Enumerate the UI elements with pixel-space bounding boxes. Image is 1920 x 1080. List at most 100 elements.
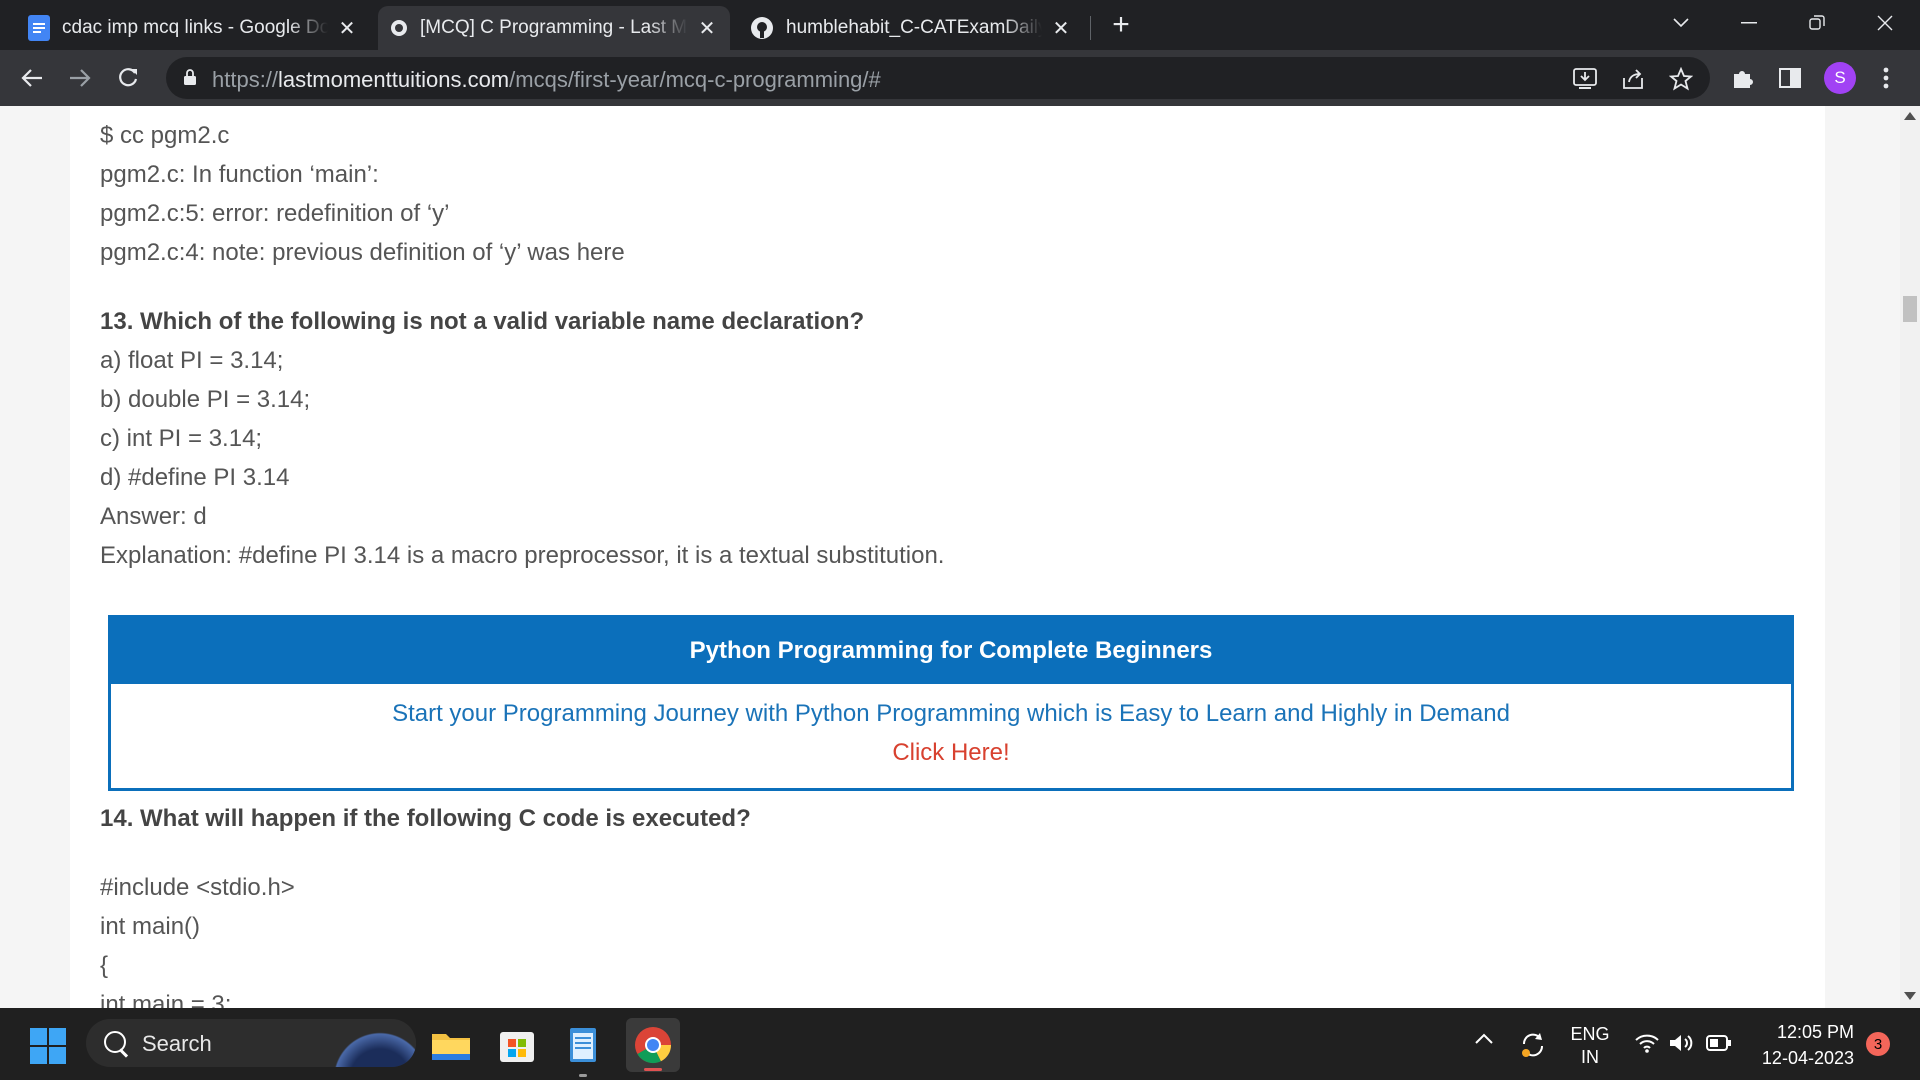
puzzle-icon (1734, 71, 1753, 88)
star-icon (1669, 67, 1693, 91)
tab-title: cdac imp mcq links - Google Doc (62, 17, 328, 38)
browser-menu-button[interactable] (1870, 62, 1902, 94)
code-output-line: pgm2.c: In function ‘main’: (100, 161, 379, 188)
folder-icon (432, 1034, 470, 1060)
url-scheme: https:// (212, 67, 279, 92)
search-label: Search (142, 1031, 212, 1056)
tab-google-docs[interactable]: cdac imp mcq links - Google Doc ✕ (16, 6, 370, 50)
language-indicator[interactable]: ENG IN (1560, 1024, 1620, 1068)
scroll-down-arrow-icon[interactable] (1904, 992, 1916, 1000)
page-scrollbar[interactable] (1900, 106, 1920, 1008)
arrow-right-icon (70, 69, 91, 87)
explanation-text: Explanation: #define PI 3.14 is a macro … (100, 542, 945, 569)
side-panel-button[interactable] (1774, 62, 1806, 94)
github-icon (751, 17, 773, 39)
language-code: ENG (1570, 1024, 1610, 1044)
clock-date: 12-04-2023 (1761, 1048, 1854, 1068)
address-bar[interactable]: https://lastmomenttuitions.com/mcqs/firs… (166, 57, 1710, 99)
tab-close-icon[interactable]: ✕ (1050, 17, 1072, 40)
windows-logo-icon (30, 1028, 47, 1045)
option-c: c) int PI = 3.14; (100, 425, 263, 452)
install-app-button[interactable] (1572, 66, 1598, 92)
arrow-left-icon (21, 69, 42, 87)
reload-button[interactable] (112, 62, 144, 94)
clock-time: 12:05 PM (1776, 1022, 1854, 1042)
tab-close-icon[interactable]: ✕ (696, 17, 718, 40)
windows-logo-icon (49, 1028, 66, 1045)
notification-badge[interactable]: 3 (1866, 1032, 1890, 1056)
promo-click-here-link[interactable]: Click Here! (111, 739, 1791, 767)
tab-github[interactable]: humblehabit_C-CATExamDailyPra ✕ (738, 6, 1084, 50)
back-button[interactable] (16, 62, 48, 94)
show-hidden-icons-button[interactable] (1474, 1032, 1498, 1056)
bookmark-button[interactable] (1668, 66, 1694, 92)
kebab-menu-icon (1883, 67, 1889, 89)
tab-close-icon[interactable]: ✕ (336, 17, 358, 40)
quick-settings-button[interactable] (1634, 1032, 1734, 1056)
restore-icon (1809, 15, 1825, 30)
install-app-icon (1573, 68, 1597, 89)
chevron-down-icon (1673, 18, 1689, 28)
sync-tray-button[interactable] (1518, 1030, 1548, 1060)
code-output-line: pgm2.c:5: error: redefinition of ‘y’ (100, 200, 450, 227)
store-icon (500, 1032, 534, 1062)
article-content: $ cc pgm2.c pgm2.c: In function ‘main’: … (70, 106, 1825, 1008)
forward-button[interactable] (64, 62, 96, 94)
start-button[interactable] (30, 1028, 66, 1064)
share-icon (1623, 69, 1643, 89)
close-window-button[interactable] (1860, 6, 1910, 40)
question-14: 14. What will happen if the following C … (100, 805, 751, 832)
code-line: int main() (100, 913, 201, 940)
minimize-button[interactable] (1724, 6, 1774, 40)
chevron-up-icon (1475, 1033, 1493, 1044)
wifi-icon (1635, 1034, 1659, 1053)
file-explorer-button[interactable] (430, 1024, 472, 1066)
web-page: $ cc pgm2.c pgm2.c: In function ‘main’: … (0, 106, 1900, 1008)
volume-icon (1670, 1035, 1693, 1051)
code-line: int main = 3; (100, 991, 232, 1008)
code-line: #include <stdio.h> (100, 874, 295, 901)
close-icon (1877, 15, 1893, 31)
clock[interactable]: 12:05 PM 12-04-2023 (1746, 1022, 1854, 1069)
tab-c-programming[interactable]: [MCQ] C Programming - Last Mo ✕ (378, 6, 730, 50)
lock-icon (184, 69, 196, 85)
active-indicator (644, 1068, 662, 1071)
option-b: b) double PI = 3.14; (100, 386, 311, 413)
taskbar-search-box[interactable]: Search (86, 1019, 416, 1067)
scroll-up-arrow-icon[interactable] (1904, 112, 1916, 120)
answer-text: Answer: d (100, 503, 207, 530)
chrome-button[interactable] (626, 1018, 680, 1072)
tab-title: [MCQ] C Programming - Last Mo (420, 17, 688, 38)
microsoft-store-button[interactable] (496, 1024, 538, 1066)
code-output-line: $ cc pgm2.c (100, 122, 230, 149)
extensions-button[interactable] (1726, 62, 1758, 94)
restore-button[interactable] (1792, 6, 1842, 40)
search-highlight-image (330, 1023, 416, 1067)
windows-logo-icon (49, 1047, 66, 1064)
notepad-button[interactable] (562, 1024, 604, 1077)
question-13: 13. Which of the following is not a vali… (100, 308, 865, 335)
browser-chrome: cdac imp mcq links - Google Doc ✕ [MCQ] … (0, 0, 1920, 106)
code-output-line: pgm2.c:4: note: previous definition of ‘… (100, 239, 625, 266)
notepad-icon (570, 1028, 596, 1062)
promo-link-text[interactable]: Start your Programming Journey with Pyth… (111, 700, 1791, 728)
sync-icon (1522, 1033, 1544, 1057)
profile-avatar[interactable]: S (1824, 62, 1856, 94)
code-line: { (100, 952, 109, 979)
minimize-icon (1741, 22, 1757, 24)
url-host: lastmomenttuitions.com (278, 67, 510, 92)
url-path: /mcqs/first-year/mcq-c-programming/# (509, 67, 881, 92)
share-button[interactable] (1620, 66, 1646, 92)
tab-separator (1090, 16, 1091, 40)
new-tab-button[interactable]: + (1106, 8, 1136, 41)
promo-heading: Python Programming for Complete Beginner… (111, 618, 1791, 684)
tab-strip: cdac imp mcq links - Google Doc ✕ [MCQ] … (0, 0, 1920, 50)
option-a: a) float PI = 3.14; (100, 347, 284, 374)
search-icon (104, 1031, 126, 1053)
tab-search-button[interactable] (1656, 6, 1706, 40)
scrollbar-thumb[interactable] (1903, 296, 1917, 322)
url-text: https://lastmomenttuitions.com/mcqs/firs… (212, 67, 881, 93)
google-docs-icon (28, 15, 50, 41)
windows-logo-icon (30, 1047, 47, 1064)
chrome-icon (635, 1027, 672, 1064)
